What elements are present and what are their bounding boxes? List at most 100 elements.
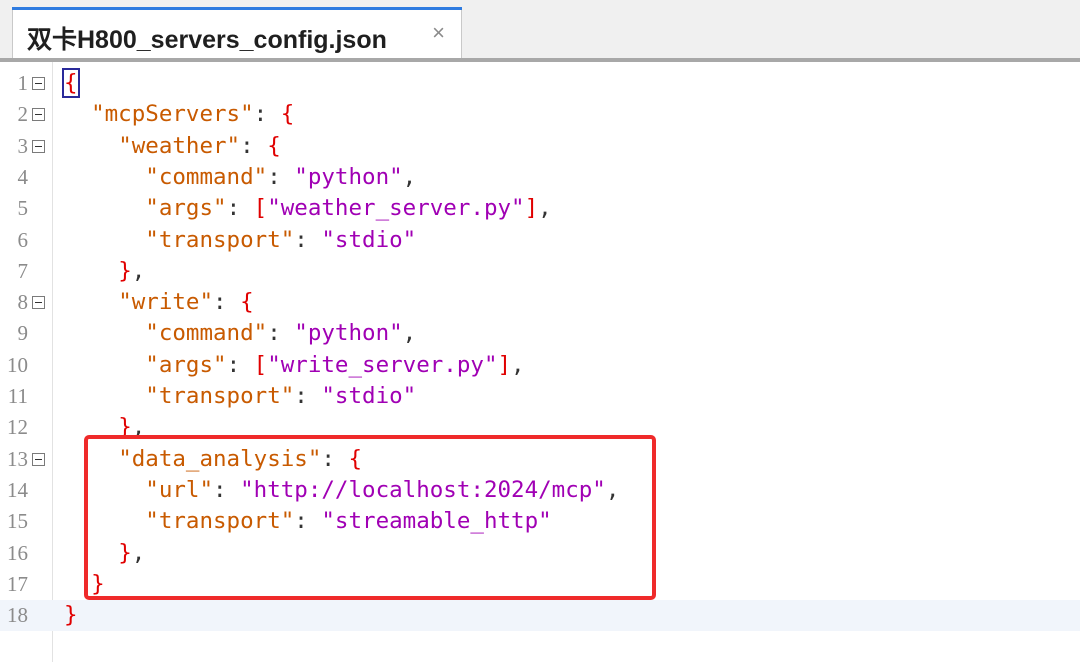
code-line[interactable]: 18} — [0, 600, 1080, 632]
json-bracket: [ — [253, 351, 268, 378]
fold-toggle-icon[interactable] — [32, 296, 45, 310]
json-bracket: { — [62, 68, 80, 98]
line-number: 2 — [17, 102, 29, 127]
code-token: , — [538, 195, 552, 222]
code-line[interactable]: 16 }, — [0, 538, 1080, 569]
code-text: "transport": "streamable_http" — [64, 507, 552, 536]
code-text: "command": "python", — [64, 163, 416, 192]
line-number: 7 — [17, 258, 29, 283]
code-text: }, — [64, 257, 145, 286]
code-line[interactable]: 5 "args": ["weather_server.py"], — [0, 193, 1080, 224]
code-text: } — [64, 601, 78, 630]
code-line[interactable]: 7 }, — [0, 256, 1080, 287]
code-token: : — [267, 163, 295, 190]
json-string: "python" — [294, 320, 403, 347]
tab-bar: 双卡H800_servers_config.json × — [0, 0, 1080, 62]
line-number: 10 — [7, 352, 28, 377]
code-token: , — [605, 476, 620, 503]
code-editor[interactable]: 1{2 "mcpServers": {3 "weather": {4 "comm… — [0, 62, 1080, 662]
code-line[interactable]: 1{ — [0, 68, 1080, 99]
json-bracket: { — [348, 445, 363, 472]
code-line[interactable]: 3 "weather": { — [0, 131, 1080, 162]
code-text: "command": "python", — [64, 319, 416, 348]
code-line[interactable]: 8 "write": { — [0, 287, 1080, 318]
code-token: , — [131, 539, 146, 566]
code-token: : — [253, 101, 281, 128]
line-number: 11 — [7, 384, 28, 408]
code-token: , — [511, 351, 525, 378]
code-text: "data_analysis": { — [64, 445, 362, 474]
json-key: "command" — [145, 320, 268, 347]
code-text: "args": ["weather_server.py"], — [64, 194, 552, 223]
code-line[interactable]: 11 "transport": "stdio" — [0, 381, 1080, 412]
json-key: "transport" — [145, 383, 295, 409]
code-token: : — [213, 476, 241, 503]
line-number: 18 — [7, 603, 28, 628]
json-bracket: { — [280, 101, 295, 128]
code-line[interactable]: 12 }, — [0, 412, 1080, 443]
json-bracket: } — [118, 539, 132, 566]
json-string: "write_server.py" — [267, 351, 498, 378]
line-number: 13 — [7, 446, 28, 471]
close-icon[interactable]: × — [432, 22, 445, 44]
fold-toggle-icon[interactable] — [32, 77, 45, 90]
code-token: , — [131, 257, 146, 284]
json-bracket: } — [64, 602, 78, 629]
json-bracket: } — [91, 570, 105, 597]
code-line[interactable]: 13 "data_analysis": { — [0, 444, 1080, 475]
json-key: "url" — [145, 476, 214, 503]
file-tab[interactable]: 双卡H800_servers_config.json × — [12, 7, 462, 58]
json-bracket: } — [118, 257, 132, 284]
json-key: "mcpServers" — [91, 101, 254, 128]
code-line[interactable]: 6 "transport": "stdio" — [0, 225, 1080, 256]
code-token: : — [267, 320, 295, 347]
line-number: 15 — [7, 509, 28, 534]
code-text: "args": ["write_server.py"], — [64, 351, 525, 380]
json-string: "weather_server.py" — [267, 195, 525, 222]
fold-toggle-icon[interactable] — [32, 108, 45, 122]
code-line[interactable]: 9 "command": "python", — [0, 318, 1080, 349]
code-line[interactable]: 15 "transport": "streamable_http" — [0, 506, 1080, 537]
line-number: 1 — [17, 71, 29, 95]
json-key: "args" — [145, 195, 227, 222]
fold-toggle-icon[interactable] — [32, 452, 45, 466]
code-line[interactable]: 2 "mcpServers": { — [0, 99, 1080, 130]
code-line[interactable]: 17 } — [0, 569, 1080, 600]
json-bracket: { — [267, 132, 281, 159]
json-bracket: [ — [253, 195, 268, 222]
code-line[interactable]: 14 "url": "http://localhost:2024/mcp", — [0, 475, 1080, 506]
code-text: "weather": { — [64, 132, 281, 161]
json-string: "python" — [294, 163, 403, 190]
code-token: : — [226, 351, 254, 378]
line-number: 8 — [17, 290, 29, 315]
code-token: : — [294, 226, 322, 253]
code-text: "url": "http://localhost:2024/mcp", — [64, 476, 619, 505]
code-text: "mcpServers": { — [64, 100, 294, 129]
json-key: "args" — [145, 351, 227, 378]
fold-toggle-icon[interactable] — [32, 139, 45, 153]
code-text: "transport": "stdio" — [64, 226, 416, 255]
code-text: { — [62, 68, 80, 98]
code-line[interactable]: 10 "args": ["write_server.py"], — [0, 350, 1080, 381]
json-bracket: { — [240, 289, 254, 316]
json-key: "transport" — [145, 508, 295, 535]
code-token: , — [131, 414, 146, 441]
json-string: "streamable_http" — [321, 508, 552, 535]
code-token: : — [213, 289, 241, 316]
code-line[interactable]: 4 "command": "python", — [0, 162, 1080, 193]
code-token: : — [294, 508, 322, 535]
code-token: : — [226, 195, 254, 222]
